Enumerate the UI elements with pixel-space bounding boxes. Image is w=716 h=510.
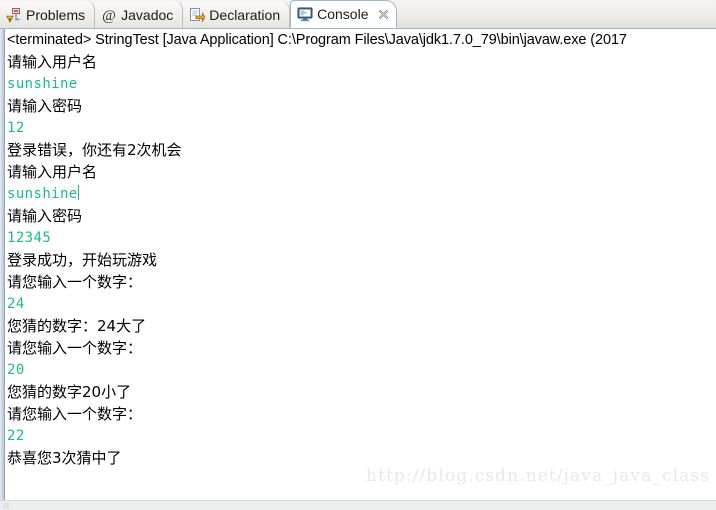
problems-warning-icon [6, 7, 22, 23]
console-input-line: 12345 [7, 227, 716, 249]
tab-bar-filler [396, 1, 716, 28]
tab-label: Declaration [209, 6, 281, 23]
console-output-line: 您猜的数字20小了 [7, 381, 716, 403]
console-line-text: sunshine [7, 76, 78, 92]
eclipse-console-window: Problems @ Javadoc Declaration Console <term… [0, 0, 716, 510]
console-line-text: 22 [7, 428, 25, 444]
console-output-line: 登录错误，你还有2次机会 [7, 139, 716, 161]
console-input-line: sunshine [7, 73, 716, 95]
console-line-text: 请输入用户名 [7, 163, 98, 181]
console-output-line: 请输入密码 [7, 95, 716, 117]
text-caret [77, 185, 79, 200]
console-left-gutter [0, 29, 5, 500]
horizontal-scrollbar[interactable] [0, 500, 716, 510]
console-line-text: 请输入用户名 [7, 53, 98, 71]
console-input-line: 20 [7, 359, 716, 381]
console-input-line: 22 [7, 425, 716, 447]
console-input-line: sunshine [7, 183, 716, 205]
console-output-line: 请输入密码 [7, 205, 716, 227]
console-line-text: 登录成功，开始玩游戏 [7, 251, 158, 269]
console-line-text: sunshine [7, 186, 78, 202]
console-line-text: 请您输入一个数字： [7, 339, 143, 357]
console-line-text: 请您输入一个数字： [7, 273, 143, 291]
console-output-line: 您猜的数字：24大了 [7, 315, 716, 337]
console-monitor-icon [297, 6, 313, 22]
console-output-line: 请您输入一个数字： [7, 271, 716, 293]
console-line-text: 您猜的数字20小了 [7, 383, 132, 401]
console-line-text: 恭喜您3次猜中了 [7, 449, 122, 467]
horizontal-scrollbar-thumb[interactable] [3, 503, 9, 509]
blog-watermark: http://blog.csdn.net/java_java_class [366, 466, 710, 486]
console-view[interactable]: <terminated> StringTest [Java Applicatio… [0, 29, 716, 500]
tab-label: Console [317, 6, 369, 22]
console-line-text: 12345 [7, 230, 52, 246]
console-output-line: 请输入用户名 [7, 51, 716, 73]
console-input-line: 12 [7, 117, 716, 139]
console-left-gutter-edge [4, 29, 5, 500]
console-line-text: 您猜的数字：24大了 [7, 317, 147, 335]
console-line-text: 12 [7, 120, 25, 136]
console-input-line: 24 [7, 293, 716, 315]
svg-text:@: @ [102, 8, 116, 23]
console-line-text: 20 [7, 362, 25, 378]
tab-javadoc[interactable]: @ Javadoc [95, 1, 184, 28]
console-output-line: 请您输入一个数字： [7, 403, 716, 425]
tab-label: Javadoc [121, 6, 174, 23]
javadoc-at-icon: @ [101, 7, 117, 24]
console-output-area[interactable]: <terminated> StringTest [Java Applicatio… [7, 29, 716, 500]
view-tab-bar: Problems @ Javadoc Declaration Console [0, 0, 716, 29]
tab-console[interactable]: Console [290, 0, 397, 28]
close-icon[interactable] [377, 8, 390, 21]
console-line-text: 请输入密码 [7, 97, 83, 115]
console-output-line: 请您输入一个数字： [7, 337, 716, 359]
tab-declaration[interactable]: Declaration [183, 1, 291, 28]
tab-problems[interactable]: Problems [0, 1, 96, 28]
tab-label: Problems [26, 6, 86, 23]
console-line-text: 24 [7, 296, 25, 312]
console-line-text: 请您输入一个数字： [7, 405, 143, 423]
console-line-text: 请输入密码 [7, 207, 83, 225]
console-output-line: 请输入用户名 [7, 161, 716, 183]
console-output-line: 登录成功，开始玩游戏 [7, 249, 716, 271]
console-line-text: 登录错误，你还有2次机会 [7, 141, 182, 159]
console-process-header: <terminated> StringTest [Java Applicatio… [7, 32, 627, 48]
declaration-icon [189, 7, 206, 23]
